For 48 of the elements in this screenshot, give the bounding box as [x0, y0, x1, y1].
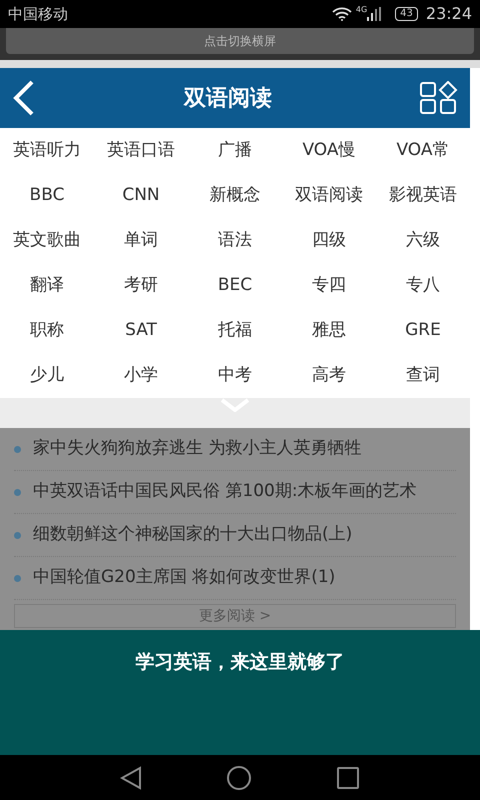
- category-item[interactable]: 英文歌曲: [0, 218, 94, 263]
- article-link[interactable]: 中英双语话中国民风民俗 第100期:木板年画的艺术: [33, 479, 417, 505]
- home-icon[interactable]: [226, 764, 252, 790]
- category-item[interactable]: 翻译: [0, 263, 94, 308]
- category-item[interactable]: 专四: [282, 263, 376, 308]
- category-item[interactable]: 查词: [376, 353, 470, 398]
- category-item[interactable]: 高考: [282, 353, 376, 398]
- category-item[interactable]: 影视英语: [376, 173, 470, 218]
- category-item[interactable]: SAT: [94, 308, 188, 353]
- category-item[interactable]: 小学: [94, 353, 188, 398]
- category-item[interactable]: 语法: [188, 218, 282, 263]
- category-item[interactable]: 中考: [188, 353, 282, 398]
- category-item[interactable]: 四级: [282, 218, 376, 263]
- article-link[interactable]: 细数朝鲜这个神秘国家的十大出口物品(上): [33, 522, 352, 548]
- category-item[interactable]: 单词: [94, 218, 188, 263]
- category-item[interactable]: 托福: [188, 308, 282, 353]
- category-item[interactable]: 少儿: [0, 353, 94, 398]
- category-item[interactable]: 广播: [188, 128, 282, 173]
- category-item[interactable]: 雅思: [282, 308, 376, 353]
- signal-icon: [367, 7, 384, 21]
- carrier-name: 中国移动: [8, 4, 68, 25]
- category-item[interactable]: 职称: [0, 308, 94, 353]
- category-item[interactable]: 英语听力: [0, 128, 94, 173]
- category-item[interactable]: CNN: [94, 173, 188, 218]
- category-item[interactable]: 双语阅读: [282, 173, 376, 218]
- category-item[interactable]: 考研: [94, 263, 188, 308]
- category-item[interactable]: VOA慢: [282, 128, 376, 173]
- category-item[interactable]: 英语口语: [94, 128, 188, 173]
- battery-level: 43: [395, 7, 418, 21]
- grid-menu-icon[interactable]: [420, 81, 458, 115]
- recents-icon[interactable]: [336, 766, 360, 790]
- back-icon[interactable]: [12, 80, 36, 116]
- category-item[interactable]: VOA常: [376, 128, 470, 173]
- article-link[interactable]: 中国轮值G20主席国 将如何改变世界(1): [33, 565, 336, 591]
- rotate-button[interactable]: 点击切换横屏: [6, 28, 474, 54]
- back-nav-icon[interactable]: [120, 766, 142, 790]
- clock: 23:24: [426, 3, 472, 25]
- category-item[interactable]: BEC: [188, 263, 282, 308]
- category-item[interactable]: BBC: [0, 173, 94, 218]
- article-link[interactable]: 家中失火狗狗放弃逃生 为救小主人英勇牺牲: [33, 436, 362, 462]
- category-item[interactable]: 新概念: [188, 173, 282, 218]
- network-label: 4G: [356, 4, 368, 16]
- banner-text: 学习英语，来这里就够了: [136, 650, 344, 675]
- category-item[interactable]: 六级: [376, 218, 470, 263]
- category-item[interactable]: GRE: [376, 308, 470, 353]
- category-item[interactable]: 专八: [376, 263, 470, 308]
- wifi-icon: [332, 7, 352, 21]
- page-title: 双语阅读: [182, 84, 273, 112]
